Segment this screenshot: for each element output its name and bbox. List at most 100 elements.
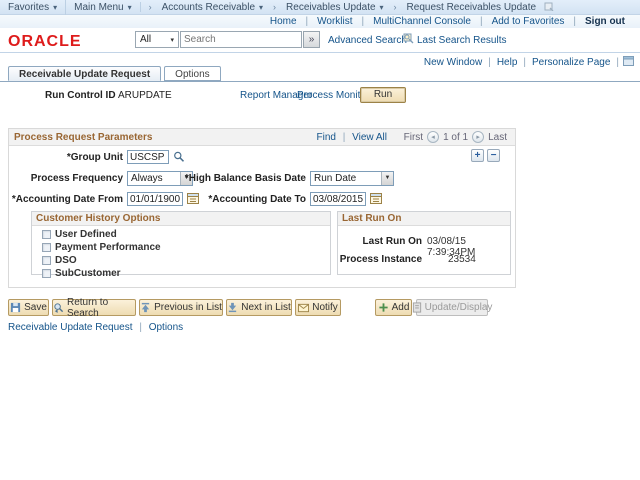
last-search-results-link[interactable]: Last Search Results [417,35,507,46]
checkbox-label: DSO [55,254,77,266]
notify-icon [298,303,310,312]
return-to-search-icon [54,303,64,313]
sign-out-link[interactable]: Sign out [585,16,625,27]
group-unit-input[interactable] [127,150,169,164]
advanced-search-link[interactable]: Advanced Search [328,35,407,46]
tab-options[interactable]: Options [164,66,221,81]
accounting-date-to-input[interactable] [310,192,366,206]
last-run-on-box: Last Run On Last Run On 03/08/15 7:39:34… [337,211,511,275]
worklist-link[interactable]: Worklist [317,16,352,27]
high-balance-basis-date-label: *High Balance Basis Date [184,173,306,184]
search-scope-value: All [140,34,152,45]
breadcrumb-label: Accounts Receivable [161,1,256,13]
chevron-down-icon: ▾ [170,36,174,44]
home-link[interactable]: Home [270,16,297,27]
chevron-down-icon: ▾ [259,2,264,12]
run-button[interactable]: Run [360,87,406,103]
personalize-layout-icon[interactable] [623,56,634,69]
section-title: Process Request Parameters [14,132,153,143]
peoplesoft-page: Favorites ▾ Main Menu ▾ › Accounts Recei… [0,0,640,480]
add-row-button[interactable]: + [471,149,484,162]
group-unit-lookup-icon[interactable] [173,151,185,166]
breadcrumb-request-receivables-update[interactable]: Request Receivables Update [399,0,545,15]
search-go-button[interactable]: » [303,31,320,48]
favorites-menu[interactable]: Favorites ▾ [0,0,65,15]
chevron-down-icon: ▾ [53,2,58,12]
tab-bar: Receivable Update Request Options [8,66,224,81]
customer-history-options-title: Customer History Options [32,212,330,226]
multichannel-console-link[interactable]: MultiChannel Console [373,16,471,27]
pager-first-label[interactable]: First [404,132,423,143]
next-in-list-label: Next in List [241,302,291,313]
next-in-list-button[interactable]: Next in List [226,299,292,316]
return-to-search-label: Return to Search [67,296,109,319]
return-to-search-button[interactable]: Return to Search [52,296,136,319]
checkbox-label: User Defined [55,228,117,240]
new-window-link[interactable]: New Window [424,57,482,68]
search-scope-select[interactable]: All ▾ [135,31,179,48]
breadcrumb-separator-icon: › [139,2,154,12]
checkbox-payment-performance[interactable] [42,242,51,252]
breadcrumb-receivables-update[interactable]: Receivables Update ▾ [278,0,392,15]
tab-label: Options [175,69,210,80]
separator: | [342,132,346,143]
checkbox-subcustomer[interactable] [42,268,51,278]
notify-button[interactable]: Notify [295,299,341,316]
pager: First ◂ 1 of 1 ▸ Last [404,131,507,143]
separator: | [616,57,619,68]
breadcrumb-label: Receivables Update [286,1,376,13]
pager-count: 1 of 1 [443,131,469,143]
oracle-logo: ORACLE [8,33,82,50]
previous-in-list-button[interactable]: Previous in List [139,299,223,316]
help-link[interactable]: Help [497,57,518,68]
main-menu[interactable]: Main Menu ▾ [65,0,139,15]
checkbox-dso[interactable] [42,255,51,265]
checkbox-label: Payment Performance [55,241,161,253]
save-label: Save [24,302,47,313]
tab-divider [0,81,640,82]
breadcrumb-edit-icon[interactable] [544,1,554,14]
previous-row-icon[interactable]: ◂ [427,131,440,143]
separator: | [573,16,576,27]
process-monitor-link[interactable]: Process Monitor [297,90,369,101]
footer-options-link[interactable]: Options [149,322,183,333]
section-header: Process Request Parameters Find | View A… [9,129,515,146]
header-row: ORACLE All ▾ » Advanced Search Last Sear… [0,28,640,53]
checkbox-user-defined[interactable] [42,229,51,239]
chevron-down-icon: ▾ [379,2,384,12]
add-button[interactable]: Add [375,299,412,316]
next-row-icon[interactable]: ▸ [472,131,485,143]
pager-last-label[interactable]: Last [488,132,507,143]
view-all-link[interactable]: View All [352,132,387,143]
tab-label: Receivable Update Request [19,69,151,80]
run-control-id-label: Run Control ID [45,90,116,101]
separator: | [139,322,142,333]
save-button[interactable]: Save [8,299,49,316]
delete-row-button[interactable]: − [487,149,500,162]
add-to-favorites-link[interactable]: Add to Favorites [492,16,565,27]
update-display-label: Update/Display [424,302,493,313]
page-links: New Window | Help | Personalize Page | [422,56,634,69]
customer-history-options-box: Customer History Options User Defined Pa… [31,211,331,279]
breadcrumb-label: Request Receivables Update [406,1,537,13]
accounting-date-to-calendar-icon[interactable] [370,192,382,207]
high-balance-basis-date-select[interactable]: Run Date ▼ [310,171,394,186]
breadcrumb-accounts-receivable[interactable]: Accounts Receivable ▾ [154,0,271,15]
high-balance-basis-date-value: Run Date [314,173,357,184]
notify-label: Notify [312,302,338,313]
personalize-page-link[interactable]: Personalize Page [532,57,610,68]
run-control-id-value: ARUPDATE [118,90,172,101]
previous-in-list-icon [141,302,150,313]
separator: | [305,16,309,27]
search-input[interactable] [180,31,302,48]
footer-receivable-update-request-link[interactable]: Receivable Update Request [8,322,133,333]
previous-in-list-label: Previous in List [154,302,222,313]
update-display-icon [412,302,421,313]
find-link[interactable]: Find [317,132,336,143]
breadcrumb-separator-icon: › [393,2,397,12]
process-frequency-label: Process Frequency [30,173,123,184]
footer-links: Receivable Update Request | Options [8,322,183,333]
select-arrow-icon: ▼ [381,172,393,185]
add-label: Add [391,302,410,313]
tab-receivable-update-request[interactable]: Receivable Update Request [8,66,162,81]
